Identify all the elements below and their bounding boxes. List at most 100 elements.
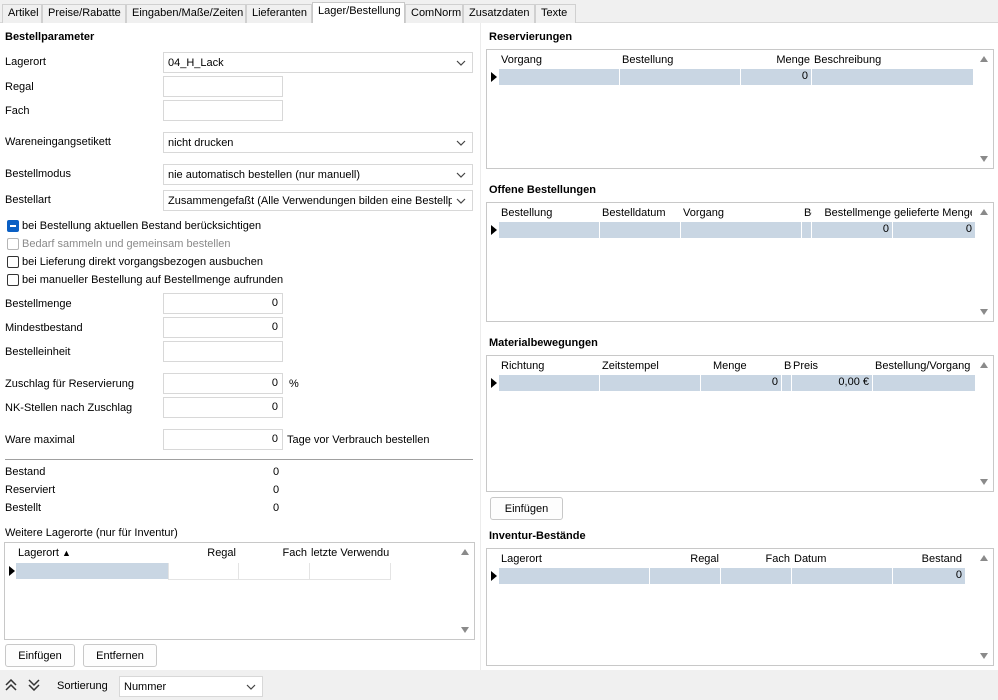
- bestand-label: Bestand: [5, 466, 46, 478]
- column-header-letzte-verwendung[interactable]: letzte Verwendu: [311, 547, 391, 559]
- scroll-up-icon[interactable]: [980, 362, 988, 368]
- column-header-lagerort[interactable]: Lagerort: [501, 553, 641, 565]
- bestellmenge-label: Bestellmenge: [5, 298, 72, 310]
- regal-input[interactable]: [163, 76, 283, 97]
- cell-lagerort: [499, 568, 650, 584]
- column-header-fach[interactable]: Fach: [241, 547, 307, 559]
- column-header-regal[interactable]: Regal: [652, 553, 719, 565]
- column-header-gelieferte-menge[interactable]: gelieferte Menge: [894, 207, 972, 219]
- section-title-reservierungen: Reservierungen: [489, 31, 573, 43]
- bestelleinheit-input[interactable]: [163, 341, 283, 362]
- scroll-down-icon[interactable]: [980, 653, 988, 659]
- scroll-down-icon[interactable]: [980, 156, 988, 162]
- column-header-regal[interactable]: Regal: [168, 547, 236, 559]
- vertical-scrollbar[interactable]: [977, 205, 991, 319]
- nkstellen-input[interactable]: 0: [163, 397, 283, 418]
- cell-divider: [309, 563, 310, 579]
- vertical-scrollbar[interactable]: [977, 52, 991, 166]
- scroll-down-icon[interactable]: [980, 479, 988, 485]
- ware-maximal-input[interactable]: 0: [163, 429, 283, 450]
- tab-comnorm[interactable]: ComNorm: [405, 4, 463, 23]
- zuschlag-input[interactable]: 0: [163, 373, 283, 394]
- column-header-bestelldatum[interactable]: Bestelldatum: [602, 207, 679, 219]
- column-header-be[interactable]: Be: [784, 360, 792, 372]
- tab-zusatzdaten[interactable]: Zusatzdaten: [463, 4, 535, 23]
- column-header-menge[interactable]: Menge: [713, 360, 781, 372]
- vertical-scrollbar[interactable]: [977, 551, 991, 663]
- mindestbestand-input[interactable]: 0: [163, 317, 283, 338]
- tab-lieferanten[interactable]: Lieferanten: [246, 4, 312, 23]
- column-header-lagerort[interactable]: Lagerort ▲: [18, 547, 158, 559]
- bestellt-label: Bestellt: [5, 502, 42, 514]
- weitere-entfernen-button[interactable]: Entfernen: [83, 644, 157, 667]
- scroll-down-icon[interactable]: [461, 627, 469, 633]
- materialbewegungen-grid[interactable]: Richtung Zeitstempel Menge Be Preis Best…: [486, 355, 994, 492]
- tab-preise-rabatte[interactable]: Preise/Rabatte: [42, 4, 126, 23]
- vertical-scrollbar[interactable]: [977, 358, 991, 489]
- lagerort-value: 04_H_Lack: [168, 57, 224, 69]
- column-header-bestand[interactable]: Bestand: [892, 553, 962, 565]
- fach-input[interactable]: [163, 100, 283, 121]
- check-bestand-beruecksichtigen[interactable]: [7, 220, 19, 232]
- tab-bar: Artikel Preise/Rabatte Eingaben/Maße/Zei…: [0, 0, 998, 24]
- sort-ascending-icon: ▲: [62, 548, 71, 558]
- tab-lager-bestellung[interactable]: Lager/Bestellung: [312, 2, 405, 24]
- table-row[interactable]: [16, 563, 168, 579]
- column-header-beschreibung[interactable]: Beschreibung: [814, 54, 964, 66]
- tab-eingaben[interactable]: Eingaben/Maße/Zeiten: [126, 4, 246, 23]
- cell-preis: 0,00 €: [792, 375, 873, 391]
- tab-texte[interactable]: Texte: [535, 4, 576, 23]
- column-header-bestellmenge[interactable]: Bestellmenge: [813, 207, 891, 219]
- column-header-be[interactable]: Be: [804, 207, 812, 219]
- table-row[interactable]: 0: [499, 568, 965, 584]
- bestellart-label: Bestellart: [5, 194, 51, 206]
- vertical-scrollbar[interactable]: [458, 545, 472, 637]
- bottom-toolbar: Sortierung Nummer: [0, 670, 998, 700]
- column-header-richtung[interactable]: Richtung: [501, 360, 596, 372]
- sortierung-label: Sortierung: [57, 680, 108, 692]
- check-vorgangsbezogen-ausbuchen[interactable]: [7, 256, 19, 268]
- bestellmodus-select[interactable]: nie automatisch bestellen (nur manuell): [163, 164, 473, 185]
- material-einfuegen-button[interactable]: Einfügen: [490, 497, 563, 520]
- scroll-down-icon[interactable]: [980, 309, 988, 315]
- ware-maximal-label: Ware maximal: [5, 434, 75, 446]
- check-aufrunden[interactable]: [7, 274, 19, 286]
- column-header-bestellung-vorgang[interactable]: Bestellung/Vorgang: [875, 360, 975, 372]
- reserviert-label: Reserviert: [5, 484, 56, 496]
- double-chevron-up-icon[interactable]: [4, 679, 18, 691]
- column-header-bestellung[interactable]: Bestellung: [501, 207, 596, 219]
- column-header-vorgang[interactable]: Vorgang: [501, 54, 611, 66]
- tab-artikel[interactable]: Artikel: [2, 4, 42, 23]
- table-row[interactable]: 0 0: [499, 222, 975, 238]
- bestellmenge-input[interactable]: 0: [163, 293, 283, 314]
- check-bedarf-sammeln[interactable]: [7, 238, 19, 250]
- weitere-einfuegen-button[interactable]: Einfügen: [5, 644, 75, 667]
- weitere-lagerorte-grid[interactable]: Lagerort ▲ Regal Fach letzte Verwendu: [4, 542, 475, 640]
- column-header-bestellung[interactable]: Bestellung: [622, 54, 732, 66]
- column-header-preis[interactable]: Preis: [793, 360, 873, 372]
- sortierung-select[interactable]: Nummer: [119, 676, 263, 697]
- scroll-up-icon[interactable]: [980, 56, 988, 62]
- double-chevron-down-icon[interactable]: [27, 679, 41, 691]
- inventur-bestaende-grid[interactable]: Lagerort Regal Fach Datum Bestand 0: [486, 548, 994, 666]
- bestellart-select[interactable]: Zusammengefaßt (Alle Verwendungen bilden…: [163, 190, 473, 211]
- panel-divider: [480, 23, 481, 670]
- table-row[interactable]: 0 0,00 €: [499, 375, 975, 391]
- lagerort-select[interactable]: 04_H_Lack: [163, 52, 473, 73]
- column-header-menge[interactable]: Menge: [743, 54, 810, 66]
- column-header-datum[interactable]: Datum: [794, 553, 884, 565]
- bestelleinheit-label: Bestelleinheit: [5, 346, 71, 358]
- scroll-up-icon[interactable]: [980, 209, 988, 215]
- section-title-bestellparameter: Bestellparameter: [5, 31, 95, 43]
- offene-bestellungen-grid[interactable]: Bestellung Bestelldatum Vorgang Be Beste…: [486, 202, 994, 322]
- table-row[interactable]: 0: [499, 69, 973, 85]
- column-header-vorgang[interactable]: Vorgang: [683, 207, 801, 219]
- scroll-up-icon[interactable]: [461, 549, 469, 555]
- wareneingang-select[interactable]: nicht drucken: [163, 132, 473, 153]
- scroll-up-icon[interactable]: [980, 555, 988, 561]
- reservierungen-grid[interactable]: Vorgang Bestellung Menge Beschreibung 0: [486, 49, 994, 169]
- row-pointer-icon: [491, 378, 497, 388]
- cell-bestellung: [499, 222, 600, 238]
- column-header-fach[interactable]: Fach: [723, 553, 790, 565]
- column-header-zeitstempel[interactable]: Zeitstempel: [602, 360, 702, 372]
